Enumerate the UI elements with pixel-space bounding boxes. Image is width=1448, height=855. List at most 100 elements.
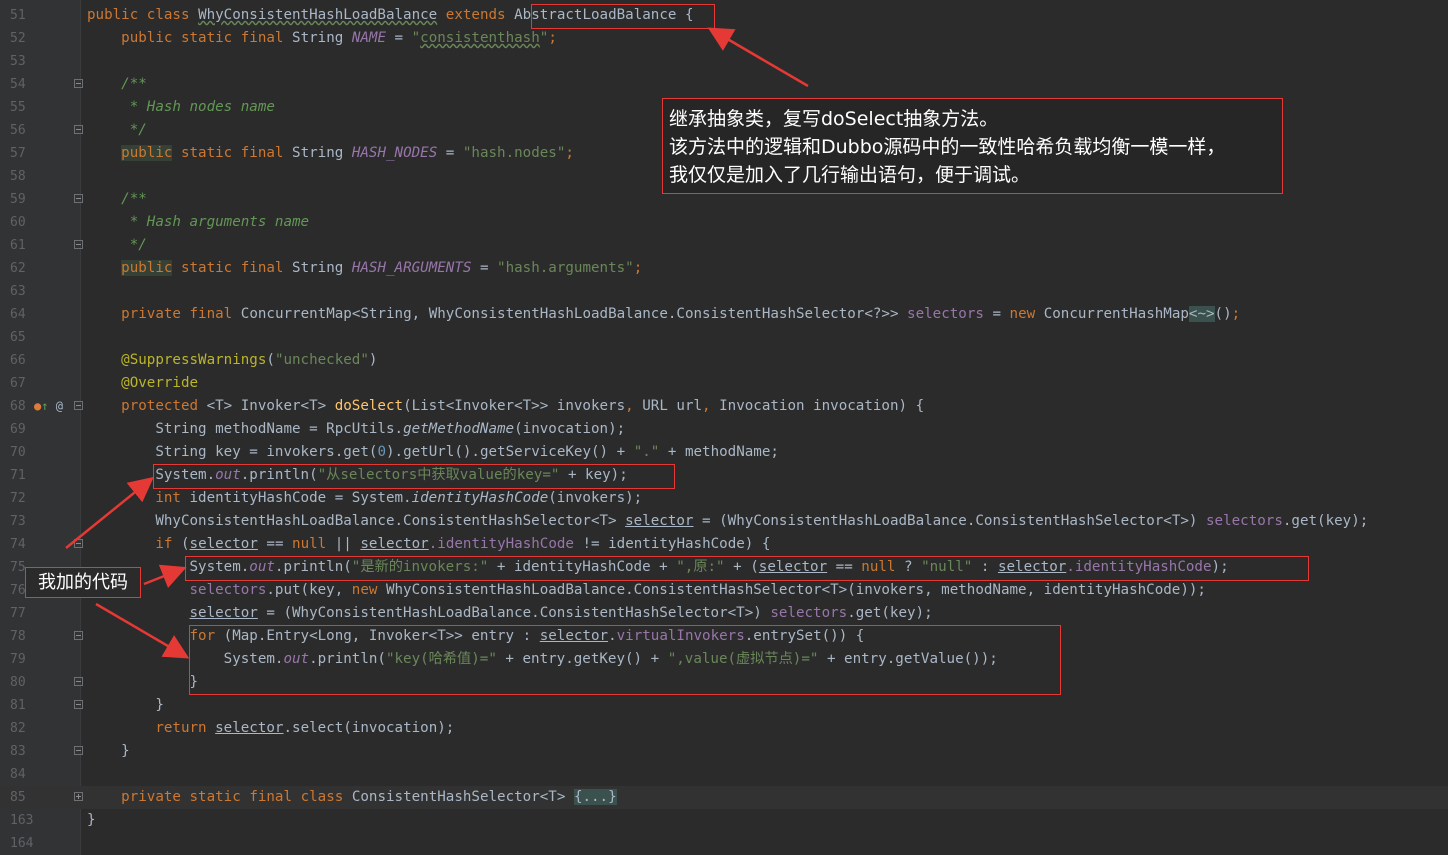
code-text: */: [129, 237, 147, 253]
fold-collapse-icon[interactable]: [74, 194, 83, 203]
line-number: 61: [10, 238, 26, 253]
note-line-1: 继承抽象类，复写doSelect抽象方法。: [669, 108, 999, 130]
code-line[interactable]: 67 @Override: [0, 372, 1448, 395]
code-text: * Hash arguments name: [129, 214, 310, 230]
code-line[interactable]: 66 @SuppressWarnings("unchecked"): [0, 349, 1448, 372]
code-text: }: [121, 743, 130, 759]
code-line[interactable]: 83 }: [0, 740, 1448, 763]
line-number: 70: [10, 445, 26, 460]
code-text: * Hash nodes name: [129, 99, 275, 115]
code-line[interactable]: 68 ●↑ @ protected <T> Invoker<T> doSelect…: [0, 395, 1448, 418]
code-text: */: [129, 122, 147, 138]
code-text: protected <T> Invoker<T> doSelect(List<I…: [121, 398, 925, 414]
code-text: }: [155, 697, 164, 713]
line-number: 60: [10, 215, 26, 230]
line-number: 57: [10, 146, 26, 161]
code-text: }: [87, 812, 96, 828]
code-text: if (selector == null || selector.identit…: [155, 536, 771, 552]
line-number: 66: [10, 353, 26, 368]
line-number: 52: [10, 31, 26, 46]
code-text: @Override: [121, 375, 199, 391]
code-line[interactable]: 72 int identityHashCode = System.identit…: [0, 487, 1448, 510]
line-number: 79: [10, 652, 26, 667]
code-text: int identityHashCode = System.identityHa…: [155, 490, 643, 506]
note-line-3: 我仅仅是加入了几行输出语句，便于调试。: [669, 164, 1031, 186]
line-number: 81: [10, 698, 26, 713]
highlight-line-75: [185, 556, 1309, 581]
fold-collapse-icon[interactable]: [74, 746, 83, 755]
my-code-label: 我加的代码: [25, 567, 141, 598]
code-text: WhyConsistentHashLoadBalance.ConsistentH…: [155, 513, 1369, 529]
code-line[interactable]: 53: [0, 50, 1448, 73]
line-number: 64: [10, 307, 26, 322]
code-line[interactable]: 164: [0, 832, 1448, 855]
code-line[interactable]: 77 selector = (WhyConsistentHashLoadBala…: [0, 602, 1448, 625]
note-line-2: 该方法中的逻辑和Dubbo源码中的一致性哈希负载均衡一模一样，: [669, 136, 1226, 158]
fold-collapse-icon[interactable]: [74, 539, 83, 548]
line-number: 55: [10, 100, 26, 115]
fold-collapse-icon[interactable]: [74, 240, 83, 249]
fold-collapse-icon[interactable]: [74, 125, 83, 134]
code-line[interactable]: 74 if (selector == null || selector.iden…: [0, 533, 1448, 556]
code-text: }: [189, 674, 199, 690]
line-number: 82: [10, 721, 26, 736]
line-number: 58: [10, 169, 26, 184]
fold-expand-icon[interactable]: [74, 792, 83, 801]
fold-collapse-icon[interactable]: [74, 79, 83, 88]
fold-collapse-icon[interactable]: [74, 631, 83, 640]
line-number: 164: [10, 836, 34, 851]
code-text: /**: [121, 76, 147, 92]
code-text: @SuppressWarnings("unchecked"): [121, 352, 378, 368]
code-line[interactable]: 85 private static final class Consistent…: [0, 786, 1448, 809]
code-text: private static final class ConsistentHas…: [121, 789, 617, 805]
code-line[interactable]: 65: [0, 326, 1448, 349]
code-line[interactable]: 54 /**: [0, 73, 1448, 96]
line-number: 71: [10, 468, 26, 483]
code-text: public static final String NAME = "consi…: [121, 30, 557, 46]
annotation-note: 继承抽象类，复写doSelect抽象方法。 该方法中的逻辑和Dubbo源码中的一…: [662, 98, 1283, 194]
code-text: String methodName = RpcUtils.getMethodNa…: [155, 421, 626, 437]
line-number: 54: [10, 77, 26, 92]
fold-collapse-icon[interactable]: [74, 677, 83, 686]
line-number: 73: [10, 514, 26, 529]
code-line[interactable]: 61 */: [0, 234, 1448, 257]
line-number: 63: [10, 284, 26, 299]
code-text: public static final String HASH_ARGUMENT…: [121, 260, 643, 276]
line-number: 77: [10, 606, 26, 621]
code-line[interactable]: 84: [0, 763, 1448, 786]
code-line[interactable]: 81 }: [0, 694, 1448, 717]
line-number: 53: [10, 54, 26, 69]
code-line[interactable]: 163}: [0, 809, 1448, 832]
code-line[interactable]: 82 return selector.select(invocation);: [0, 717, 1448, 740]
code-line[interactable]: 62 public static final String HASH_ARGUM…: [0, 257, 1448, 280]
code-line[interactable]: 60 * Hash arguments name: [0, 211, 1448, 234]
highlight-parent-class: [531, 4, 715, 29]
code-line[interactable]: 76 selectors.put(key, new WhyConsistentH…: [0, 579, 1448, 602]
line-number: 85: [10, 790, 26, 805]
line-number: 83: [10, 744, 26, 759]
code-text: /**: [121, 191, 147, 207]
line-number: 56: [10, 123, 26, 138]
highlight-line-71: [153, 464, 675, 489]
fold-collapse-icon[interactable]: [74, 700, 83, 709]
code-line[interactable]: 52 public static final String NAME = "co…: [0, 27, 1448, 50]
line-number: 163: [10, 813, 34, 828]
line-number: 78: [10, 629, 26, 644]
code-line[interactable]: 63: [0, 280, 1448, 303]
line-number: 68: [10, 399, 26, 414]
code-text: return selector.select(invocation);: [155, 720, 455, 736]
override-marker-icon[interactable]: ●↑ @: [34, 395, 63, 418]
line-number: 51: [10, 8, 26, 23]
line-number: 80: [10, 675, 26, 690]
code-line[interactable]: 51 public class WhyConsistentHashLoadBala…: [0, 4, 1448, 27]
line-number: 65: [10, 330, 26, 345]
code-line[interactable]: 70 String key = invokers.get(0).getUrl()…: [0, 441, 1448, 464]
line-number: 72: [10, 491, 26, 506]
code-line[interactable]: 73 WhyConsistentHashLoadBalance.Consiste…: [0, 510, 1448, 533]
line-number: 67: [10, 376, 26, 391]
highlight-for-loop: [189, 625, 1061, 695]
code-line[interactable]: 64 private final ConcurrentMap<String, W…: [0, 303, 1448, 326]
code-line[interactable]: 69 String methodName = RpcUtils.getMetho…: [0, 418, 1448, 441]
fold-collapse-icon[interactable]: [74, 401, 83, 410]
line-number: 84: [10, 767, 26, 782]
